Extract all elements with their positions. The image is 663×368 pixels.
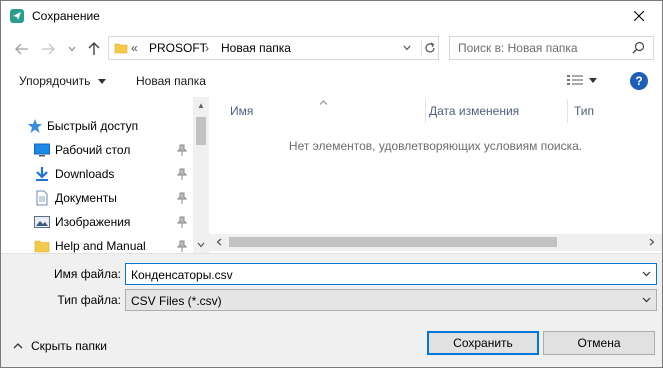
- scroll-up-icon[interactable]: ▲: [193, 97, 209, 113]
- nav-item-documents[interactable]: Документы: [1, 186, 191, 210]
- file-list-scrollbar[interactable]: [209, 234, 662, 251]
- sort-ascending-icon: [319, 97, 328, 107]
- nav-scrollbar[interactable]: ▲: [193, 97, 209, 253]
- pin-icon[interactable]: [176, 144, 188, 156]
- address-bar[interactable]: « PROSOFT › Новая папка: [108, 36, 439, 60]
- pin-icon[interactable]: [176, 240, 188, 252]
- search-box[interactable]: Поиск в: Новая папка: [449, 36, 654, 60]
- overflow-chevron-icon[interactable]: «: [131, 41, 138, 55]
- nav-label: Downloads: [55, 167, 115, 181]
- chevron-up-icon: [13, 343, 23, 349]
- details-view-icon: [567, 75, 583, 85]
- pin-icon[interactable]: [176, 192, 188, 204]
- back-button[interactable]: [13, 40, 31, 58]
- hide-folders-label: Скрыть папки: [31, 339, 107, 353]
- navigation-pane: Быстрый доступ Рабочий стол Downloads До…: [1, 97, 209, 253]
- empty-message: Нет элементов, удовлетворяющих условиям …: [288, 139, 583, 153]
- column-header-type[interactable]: Тип: [574, 104, 594, 118]
- column-header-name[interactable]: Имя: [230, 104, 253, 118]
- nav-label: Изображения: [55, 215, 131, 229]
- scroll-left-icon[interactable]: [211, 234, 227, 250]
- file-list-scroll-thumb[interactable]: [229, 237, 557, 247]
- arrow-left-icon: [15, 43, 28, 55]
- pictures-icon: [34, 214, 50, 230]
- app-icon: [9, 8, 25, 24]
- nav-item-downloads[interactable]: Downloads: [1, 162, 191, 186]
- nav-label: Быстрый доступ: [47, 119, 139, 133]
- help-icon: ?: [635, 74, 643, 88]
- search-input[interactable]: Поиск в: Новая папка: [458, 41, 578, 55]
- search-icon[interactable]: [632, 41, 645, 57]
- download-arrow-icon: [34, 166, 50, 182]
- organize-label: Упорядочить: [19, 74, 91, 88]
- filename-label: Имя файла:: [54, 267, 121, 281]
- refresh-icon: [424, 42, 435, 53]
- cancel-button[interactable]: Отмена: [543, 331, 655, 355]
- up-button[interactable]: [85, 40, 103, 58]
- pin-icon[interactable]: [176, 216, 188, 228]
- save-button[interactable]: Сохранить: [427, 331, 539, 355]
- save-dialog: Сохранение « PROSOFT › Новая папка Поиск…: [0, 0, 663, 368]
- window-title: Сохранение: [32, 9, 100, 23]
- folder-icon: [114, 41, 128, 58]
- new-folder-button[interactable]: Новая папка: [136, 74, 206, 88]
- nav-item-quick-access[interactable]: Быстрый доступ: [1, 114, 191, 138]
- breadcrumb-separator-icon[interactable]: ›: [205, 41, 209, 55]
- forward-button[interactable]: [39, 40, 57, 58]
- close-icon: [634, 11, 644, 21]
- documents-icon: [34, 190, 50, 206]
- filename-input[interactable]: Конденсаторы.csv: [131, 268, 233, 282]
- filetype-label: Тип файла:: [57, 293, 121, 307]
- nav-label: Рабочий стол: [55, 143, 131, 157]
- address-row: « PROSOFT › Новая папка Поиск в: Новая п…: [1, 31, 662, 67]
- filetype-select[interactable]: CSV Files (*.csv): [125, 289, 657, 311]
- filename-field[interactable]: Конденсаторы.csv: [125, 263, 657, 285]
- close-button[interactable]: [616, 1, 662, 31]
- desktop-icon: [34, 142, 50, 158]
- nav-item-help-and-manual[interactable]: Help and Manual: [1, 234, 191, 253]
- file-list[interactable]: Имя Дата изменения Тип Нет элементов, уд…: [209, 97, 662, 253]
- column-header-date-modified[interactable]: Дата изменения: [429, 104, 519, 118]
- nav-item-desktop[interactable]: Рабочий стол: [1, 138, 191, 162]
- command-bar: Упорядочить Новая папка ?: [1, 67, 662, 97]
- chevron-down-icon: [642, 297, 650, 303]
- filetype-value: CSV Files (*.csv): [131, 294, 222, 308]
- filetype-dropdown-button[interactable]: [640, 294, 652, 306]
- pin-icon[interactable]: [176, 168, 188, 180]
- address-dropdown-button[interactable]: [399, 40, 415, 56]
- nav-label: Help and Manual: [55, 239, 146, 253]
- view-options-button[interactable]: [567, 74, 597, 86]
- column-divider[interactable]: [425, 99, 426, 123]
- breadcrumb-current[interactable]: Новая папка: [221, 41, 291, 55]
- chevron-down-icon: [642, 271, 650, 277]
- filename-dropdown-button[interactable]: [640, 268, 652, 280]
- refresh-button[interactable]: [421, 40, 437, 56]
- hide-folders-toggle[interactable]: Скрыть папки: [13, 339, 107, 353]
- arrow-up-icon: [88, 42, 100, 55]
- caret-down-icon: [589, 77, 597, 83]
- help-button[interactable]: ?: [630, 72, 648, 90]
- folder-icon: [34, 238, 50, 253]
- save-form: Имя файла: Конденсаторы.csv Тип файла: C…: [1, 253, 662, 367]
- star-icon: [27, 118, 43, 134]
- breadcrumb-prosoft[interactable]: PROSOFT: [149, 41, 207, 55]
- organize-button[interactable]: Упорядочить: [19, 74, 106, 88]
- scroll-right-icon[interactable]: [644, 234, 660, 250]
- recent-locations-button[interactable]: [63, 40, 81, 58]
- nav-item-pictures[interactable]: Изображения: [1, 210, 191, 234]
- arrow-right-icon: [42, 43, 55, 55]
- chevron-down-icon: [403, 45, 411, 51]
- column-divider[interactable]: [567, 99, 568, 123]
- scroll-down-icon[interactable]: [193, 237, 209, 253]
- nav-scroll-thumb[interactable]: [196, 117, 206, 145]
- title-bar[interactable]: Сохранение: [1, 1, 662, 31]
- caret-down-icon: [97, 79, 106, 85]
- nav-label: Документы: [55, 191, 117, 205]
- chevron-down-icon: [68, 46, 76, 52]
